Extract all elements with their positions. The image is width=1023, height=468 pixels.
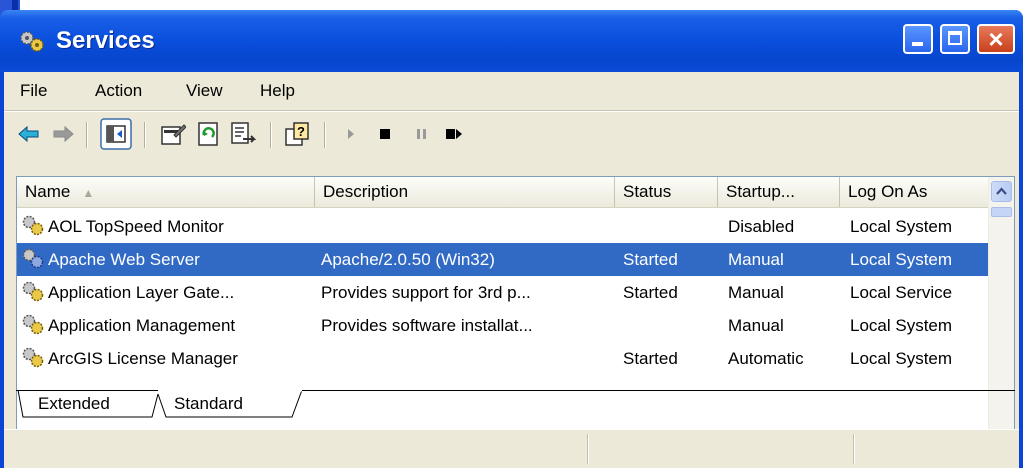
- scroll-thumb[interactable]: [991, 207, 1012, 217]
- tab-extended[interactable]: Extended: [38, 394, 110, 414]
- column-header-name[interactable]: Name ▲: [17, 177, 315, 207]
- properties-icon[interactable]: [160, 121, 186, 147]
- table-row[interactable]: AOL TopSpeed Monitor Disabled Local Syst…: [17, 210, 992, 243]
- service-status: Started: [623, 250, 678, 269]
- view-tabs: Extended Standard: [16, 390, 1015, 418]
- svg-text:?: ?: [297, 124, 305, 139]
- service-description: Apache/2.0.50 (Win32): [321, 250, 495, 269]
- column-header-status[interactable]: Status: [615, 177, 718, 207]
- list-header: Name ▲ Description Status Startup... Log …: [17, 177, 992, 208]
- service-logon: Local System: [850, 217, 953, 236]
- window-title: Services: [56, 27, 155, 54]
- table-row-selected[interactable]: Apache Web Server Apache/2.0.50 (Win32) …: [17, 243, 992, 276]
- table-row[interactable]: Application Layer Gate... Provides suppo…: [17, 276, 992, 309]
- service-startup: Automatic: [728, 349, 804, 368]
- service-logon: Local System: [850, 349, 953, 368]
- service-description: Provides support for 3rd p...: [321, 283, 531, 302]
- service-description: [321, 342, 611, 375]
- service-gears-icon: [22, 314, 44, 335]
- minimize-button[interactable]: [903, 24, 933, 54]
- restart-service-icon[interactable]: [440, 121, 466, 147]
- column-header-startup[interactable]: Startup...: [718, 177, 840, 207]
- show-hide-console-tree-icon[interactable]: [100, 118, 132, 150]
- forward-arrow-icon[interactable]: [50, 121, 76, 147]
- service-name: ArcGIS License Manager: [48, 349, 238, 368]
- service-gears-icon: [22, 215, 44, 236]
- toolbar-separator: [86, 122, 87, 148]
- service-status: Started: [623, 349, 678, 368]
- status-bar: [4, 429, 1019, 468]
- sort-ascending-icon: ▲: [82, 186, 95, 200]
- back-arrow-icon[interactable]: [16, 121, 42, 147]
- menu-view[interactable]: View: [186, 81, 223, 101]
- menu-file[interactable]: File: [20, 81, 47, 101]
- background-window-edge-dark: [12, 0, 18, 10]
- export-list-icon[interactable]: [230, 121, 256, 147]
- services-window: Services × File Action View Help ? Name …: [0, 10, 1023, 468]
- status-pane-2: [587, 434, 854, 464]
- service-startup: Manual: [728, 250, 784, 269]
- service-logon: Local System: [850, 316, 953, 335]
- service-name: Application Layer Gate...: [48, 283, 235, 302]
- service-status: [623, 210, 713, 243]
- status-pane-3: [853, 434, 1019, 464]
- title-bar[interactable]: Services ×: [0, 10, 1023, 72]
- table-row[interactable]: Application Management Provides software…: [17, 309, 992, 342]
- service-description: Provides software installat...: [321, 316, 533, 335]
- chevron-up-icon: [996, 187, 1007, 195]
- service-gears-icon: [22, 347, 44, 368]
- service-name: Application Management: [48, 316, 236, 335]
- service-startup: Disabled: [728, 217, 795, 236]
- services-gears-icon: [20, 31, 44, 52]
- refresh-icon[interactable]: [196, 121, 222, 147]
- toolbar: ?: [4, 114, 1019, 154]
- service-status: [623, 309, 713, 342]
- service-status: Started: [623, 283, 678, 302]
- column-header-label: Name: [25, 182, 71, 201]
- service-startup: Manual: [728, 316, 784, 335]
- menu-bar: File Action View Help: [4, 72, 1019, 108]
- toolbar-separator: [324, 122, 325, 148]
- close-button[interactable]: ×: [977, 24, 1015, 54]
- maximize-button[interactable]: [940, 24, 970, 54]
- service-name: AOL TopSpeed Monitor: [48, 217, 224, 236]
- maximize-icon: [948, 31, 962, 45]
- tab-outline: [16, 390, 1015, 418]
- menu-action[interactable]: Action: [95, 81, 142, 101]
- help-icon[interactable]: ?: [284, 121, 310, 147]
- tab-standard[interactable]: Standard: [174, 394, 243, 414]
- menu-divider-highlight: [4, 111, 1019, 112]
- toolbar-separator: [270, 122, 271, 148]
- service-gears-icon: [22, 248, 44, 269]
- column-header-logon[interactable]: Log On As: [840, 177, 992, 207]
- service-logon: Local System: [850, 250, 953, 269]
- minimize-icon: [912, 42, 923, 46]
- service-startup: Manual: [728, 283, 784, 302]
- close-icon: ×: [988, 24, 1004, 54]
- service-description: [321, 210, 611, 243]
- stop-service-icon[interactable]: [372, 121, 398, 147]
- pause-service-icon[interactable]: [408, 121, 434, 147]
- menu-help[interactable]: Help: [260, 81, 295, 101]
- status-pane-main: [4, 434, 588, 464]
- service-name: Apache Web Server: [48, 250, 200, 269]
- column-header-description[interactable]: Description: [315, 177, 615, 207]
- toolbar-separator: [144, 122, 145, 148]
- table-row[interactable]: ArcGIS License Manager Started Automatic…: [17, 342, 992, 375]
- service-gears-icon: [22, 281, 44, 302]
- service-logon: Local Service: [850, 283, 953, 302]
- start-service-icon[interactable]: [338, 121, 364, 147]
- scroll-up-button[interactable]: [991, 181, 1012, 202]
